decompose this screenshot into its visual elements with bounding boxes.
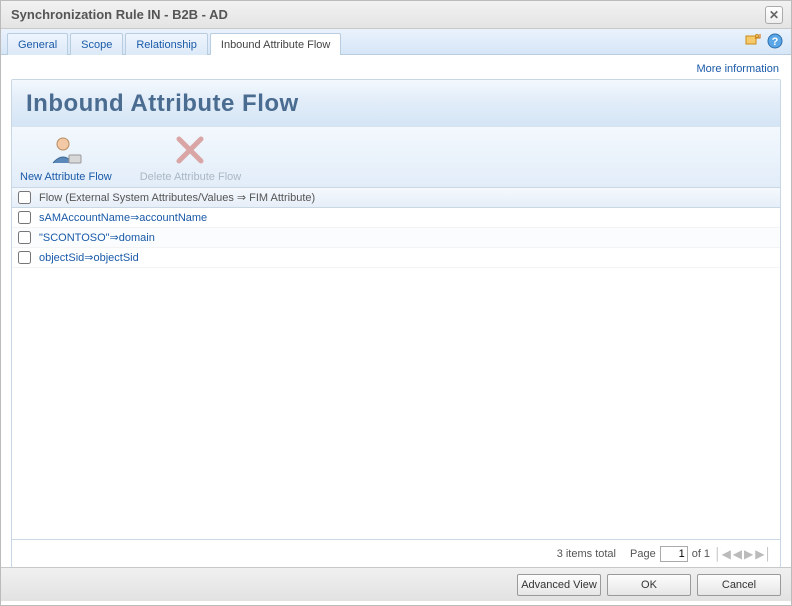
window-title: Synchronization Rule IN - B2B - AD: [11, 7, 765, 22]
new-attribute-flow-button[interactable]: New Attribute Flow: [20, 133, 112, 183]
cancel-button[interactable]: Cancel: [697, 574, 781, 596]
new-window-icon[interactable]: [745, 33, 761, 49]
grid-header: Flow (External System Attributes/Values …: [12, 187, 780, 208]
row-checkbox[interactable]: [18, 211, 31, 224]
toolbar: New Attribute Flow Delete Attribute Flow: [12, 126, 780, 187]
panel: Inbound Attribute Flow New Attribute Flo…: [11, 79, 781, 569]
tab-scope[interactable]: Scope: [70, 33, 123, 55]
flow-link[interactable]: objectSid⇒objectSid: [39, 251, 139, 264]
flow-link[interactable]: "SCONTOSO"⇒domain: [39, 231, 155, 244]
titlebar: Synchronization Rule IN - B2B - AD ✕: [1, 1, 791, 29]
tab-row: General Scope Relationship Inbound Attri…: [1, 29, 791, 55]
page-label: Page: [630, 548, 656, 560]
next-page-icon[interactable]: ▶: [744, 547, 753, 561]
table-row: "SCONTOSO"⇒domain: [12, 228, 780, 248]
more-information-link[interactable]: More information: [696, 63, 779, 75]
close-icon[interactable]: ✕: [765, 6, 783, 24]
ok-button[interactable]: OK: [607, 574, 691, 596]
grid-footer: 3 items total Page of 1 │◀ ◀ ▶ ▶│: [12, 539, 780, 568]
panel-header: Inbound Attribute Flow: [12, 80, 780, 126]
first-page-icon[interactable]: │◀: [714, 547, 731, 561]
user-add-icon: [49, 133, 83, 167]
row-checkbox[interactable]: [18, 251, 31, 264]
advanced-view-button[interactable]: Advanced View: [517, 574, 601, 596]
prev-page-icon[interactable]: ◀: [733, 547, 742, 561]
tab-general[interactable]: General: [7, 33, 68, 55]
page-of: of 1: [692, 548, 710, 560]
last-page-icon[interactable]: ▶│: [755, 547, 772, 561]
pager-nav: │◀ ◀ ▶ ▶│: [714, 547, 772, 561]
pager: Page of 1 │◀ ◀ ▶ ▶│: [630, 546, 772, 562]
items-total: 3 items total: [557, 548, 616, 560]
svg-text:?: ?: [772, 36, 779, 48]
delete-icon: [173, 133, 207, 167]
content: More information Inbound Attribute Flow …: [1, 55, 791, 567]
grid-header-label: Flow (External System Attributes/Values …: [39, 191, 315, 204]
table-row: sAMAccountName⇒accountName: [12, 208, 780, 228]
delete-attribute-flow-button: Delete Attribute Flow: [140, 133, 242, 183]
select-all-checkbox[interactable]: [18, 191, 31, 204]
table-row: objectSid⇒objectSid: [12, 248, 780, 268]
tab-inbound-attribute-flow[interactable]: Inbound Attribute Flow: [210, 33, 341, 55]
page-input[interactable]: [660, 546, 688, 562]
page-title: Inbound Attribute Flow: [26, 90, 766, 118]
toolbar-label: New Attribute Flow: [20, 171, 112, 183]
row-checkbox[interactable]: [18, 231, 31, 244]
tab-relationship[interactable]: Relationship: [125, 33, 208, 55]
help-icon[interactable]: ?: [767, 33, 783, 49]
grid-body: sAMAccountName⇒accountName "SCONTOSO"⇒do…: [12, 208, 780, 539]
flow-link[interactable]: sAMAccountName⇒accountName: [39, 211, 207, 224]
toolbar-label: Delete Attribute Flow: [140, 171, 242, 183]
footer: Advanced View OK Cancel: [1, 567, 791, 601]
